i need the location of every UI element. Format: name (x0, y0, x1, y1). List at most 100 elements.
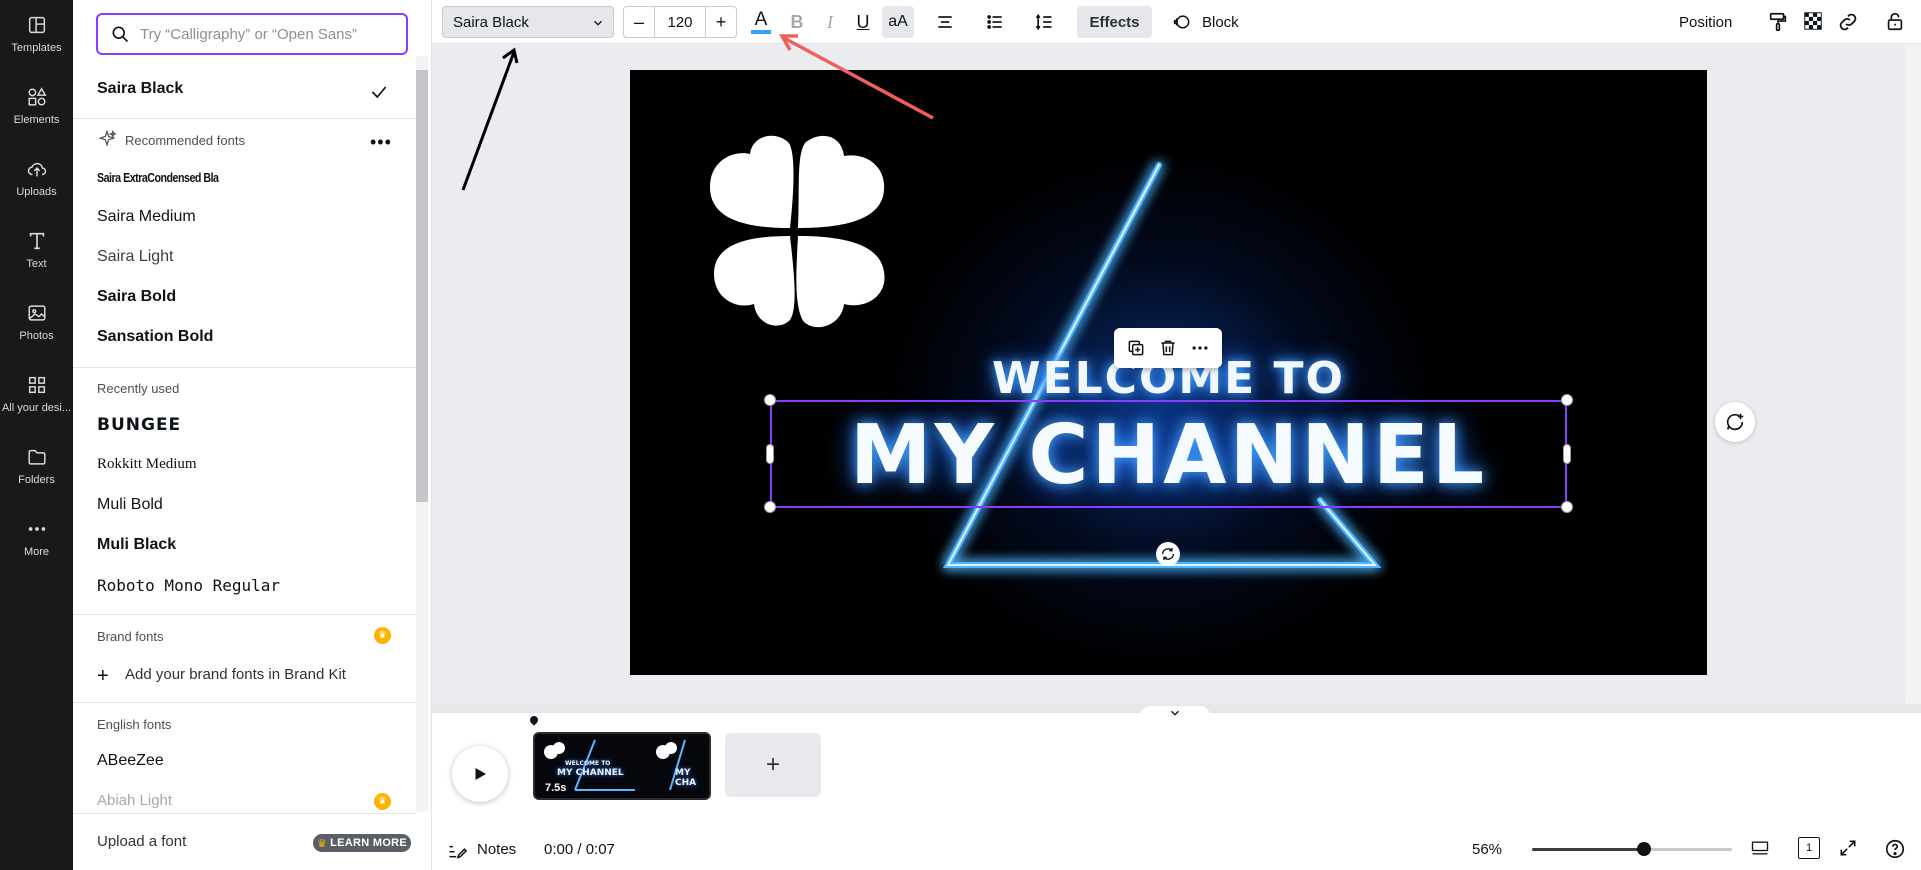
font-item[interactable]: Muli Black (97, 536, 176, 554)
divider (73, 118, 416, 119)
thumb-line1: WELCOME TO (565, 760, 611, 767)
font-item[interactable]: Rokkitt Medium (97, 456, 197, 473)
crown-icon: ♛ (316, 837, 328, 850)
resize-handle-left[interactable] (766, 444, 774, 464)
rail-item-text[interactable]: Text (0, 216, 73, 280)
brand-fonts-label: Brand fonts (97, 629, 164, 644)
list-icon[interactable] (984, 12, 1006, 32)
rail-label: All your desi... (1, 402, 72, 414)
resize-handle-tl[interactable] (764, 394, 776, 406)
font-size-value[interactable]: 120 (654, 7, 706, 37)
left-rail: Templates Elements Uploads Text Photos A… (0, 0, 73, 870)
font-item[interactable]: Muli Bold (97, 496, 163, 514)
font-item[interactable]: Saira Medium (97, 208, 196, 226)
font-search-input[interactable] (140, 25, 400, 43)
decrease-size-button[interactable]: – (624, 7, 654, 37)
rotate-handle[interactable] (1156, 542, 1180, 566)
paint-roller-icon[interactable] (1767, 10, 1789, 34)
page-count-button[interactable]: 1 (1798, 837, 1820, 859)
annotation-arrow-black (461, 47, 519, 191)
add-page-button[interactable]: + (725, 733, 821, 797)
spacing-icon[interactable] (1033, 12, 1055, 32)
rail-item-photos[interactable]: Photos (0, 288, 73, 352)
notes-icon[interactable] (447, 840, 467, 860)
learn-more-label: LEARN MORE (330, 837, 408, 849)
grid-view-icon[interactable] (1749, 838, 1771, 858)
rail-item-templates[interactable]: Templates (0, 0, 73, 64)
rail-item-uploads[interactable]: Uploads (0, 144, 73, 208)
zoom-level[interactable]: 56% (1472, 841, 1502, 858)
text-selection-box[interactable] (770, 400, 1567, 508)
resize-handle-bl[interactable] (764, 501, 776, 513)
uploads-icon (27, 162, 46, 177)
resize-handle-br[interactable] (1561, 501, 1573, 513)
position-button[interactable]: Position (1679, 6, 1732, 38)
plus-icon: + (97, 665, 109, 687)
duplicate-icon[interactable] (1126, 338, 1146, 358)
divider (73, 614, 416, 615)
crown-icon: ♛ (374, 627, 391, 644)
font-item[interactable]: Roboto Mono Regular (97, 576, 280, 595)
rail-label: Text (26, 258, 47, 270)
align-center-icon[interactable] (934, 12, 956, 32)
font-search-box[interactable] (96, 13, 408, 55)
photos-icon (27, 305, 46, 321)
templates-icon (28, 16, 45, 34)
rail-item-all-designs[interactable]: All your desi... (0, 360, 73, 424)
rail-label: More (23, 546, 50, 558)
font-item-selected[interactable]: Saira Black (97, 80, 183, 98)
duration-badge: 7.5s (545, 782, 567, 794)
page-thumbnail[interactable]: WELCOME TO MY CHANNEL MY CHA 7.5s (533, 732, 711, 800)
animate-block-button[interactable]: Block (1172, 6, 1239, 38)
divider (73, 367, 416, 368)
play-icon (475, 768, 486, 780)
resize-handle-right[interactable] (1563, 444, 1571, 464)
play-button[interactable] (452, 746, 508, 802)
upload-font-link[interactable]: Upload a font (97, 833, 186, 850)
rail-label: Uploads (16, 186, 57, 198)
transparency-icon[interactable] (1802, 10, 1824, 32)
all-designs-icon (28, 376, 45, 394)
add-comment-button[interactable] (1715, 402, 1755, 442)
increase-size-button[interactable]: + (706, 7, 736, 37)
font-panel-scrollbar[interactable] (416, 70, 428, 502)
more-options-icon[interactable]: ••• (370, 132, 392, 153)
lock-icon[interactable] (1884, 8, 1906, 34)
search-icon (112, 26, 129, 43)
resize-handle-tr[interactable] (1561, 394, 1573, 406)
add-brand-fonts-link[interactable]: Add your brand fonts in Brand Kit (125, 666, 346, 683)
rail-item-elements[interactable]: Elements (0, 72, 73, 136)
clover-shape (710, 135, 885, 328)
zoom-slider-knob[interactable] (1637, 842, 1651, 856)
effects-button[interactable]: Effects (1077, 6, 1152, 38)
font-item[interactable]: Saira Light (97, 248, 174, 266)
rail-label: Templates (11, 42, 62, 54)
fullscreen-icon[interactable] (1838, 838, 1858, 858)
rail-item-more[interactable]: More (0, 504, 73, 568)
trash-icon[interactable] (1158, 338, 1178, 358)
english-fonts-label: English fonts (97, 717, 172, 732)
rail-item-folders[interactable]: Folders (0, 432, 73, 496)
collapse-timeline-button[interactable] (1140, 706, 1210, 720)
font-item[interactable]: Saira Bold (97, 288, 176, 306)
crown-icon: ♛ (374, 793, 391, 810)
font-family-dropdown[interactable]: Saira Black (442, 6, 614, 38)
vertical-scrollbar[interactable] (1905, 44, 1921, 704)
learn-more-badge[interactable]: ♛ LEARN MORE (313, 834, 411, 852)
link-icon[interactable] (1836, 10, 1860, 34)
more-icon (28, 527, 45, 531)
help-icon[interactable] (1884, 838, 1906, 860)
font-item[interactable]: Abiah Light (97, 792, 172, 809)
font-item[interactable]: ABeeZee (97, 752, 164, 770)
more-options-icon[interactable] (1190, 338, 1210, 358)
text-color-button[interactable]: A (747, 6, 775, 38)
font-item[interactable]: Sansation Bold (97, 328, 213, 346)
notes-label[interactable]: Notes (477, 841, 516, 858)
elements-icon (27, 87, 47, 106)
design-page[interactable]: WELCOME TO MY CHANNEL (630, 70, 1707, 675)
font-item[interactable]: Saira ExtraCondensed Bla (97, 170, 219, 185)
sparkle-icon (98, 129, 117, 147)
font-item[interactable]: BUNGEE (97, 415, 181, 435)
rail-label: Folders (18, 474, 55, 486)
time-display: 0:00 / 0:07 (544, 841, 615, 858)
